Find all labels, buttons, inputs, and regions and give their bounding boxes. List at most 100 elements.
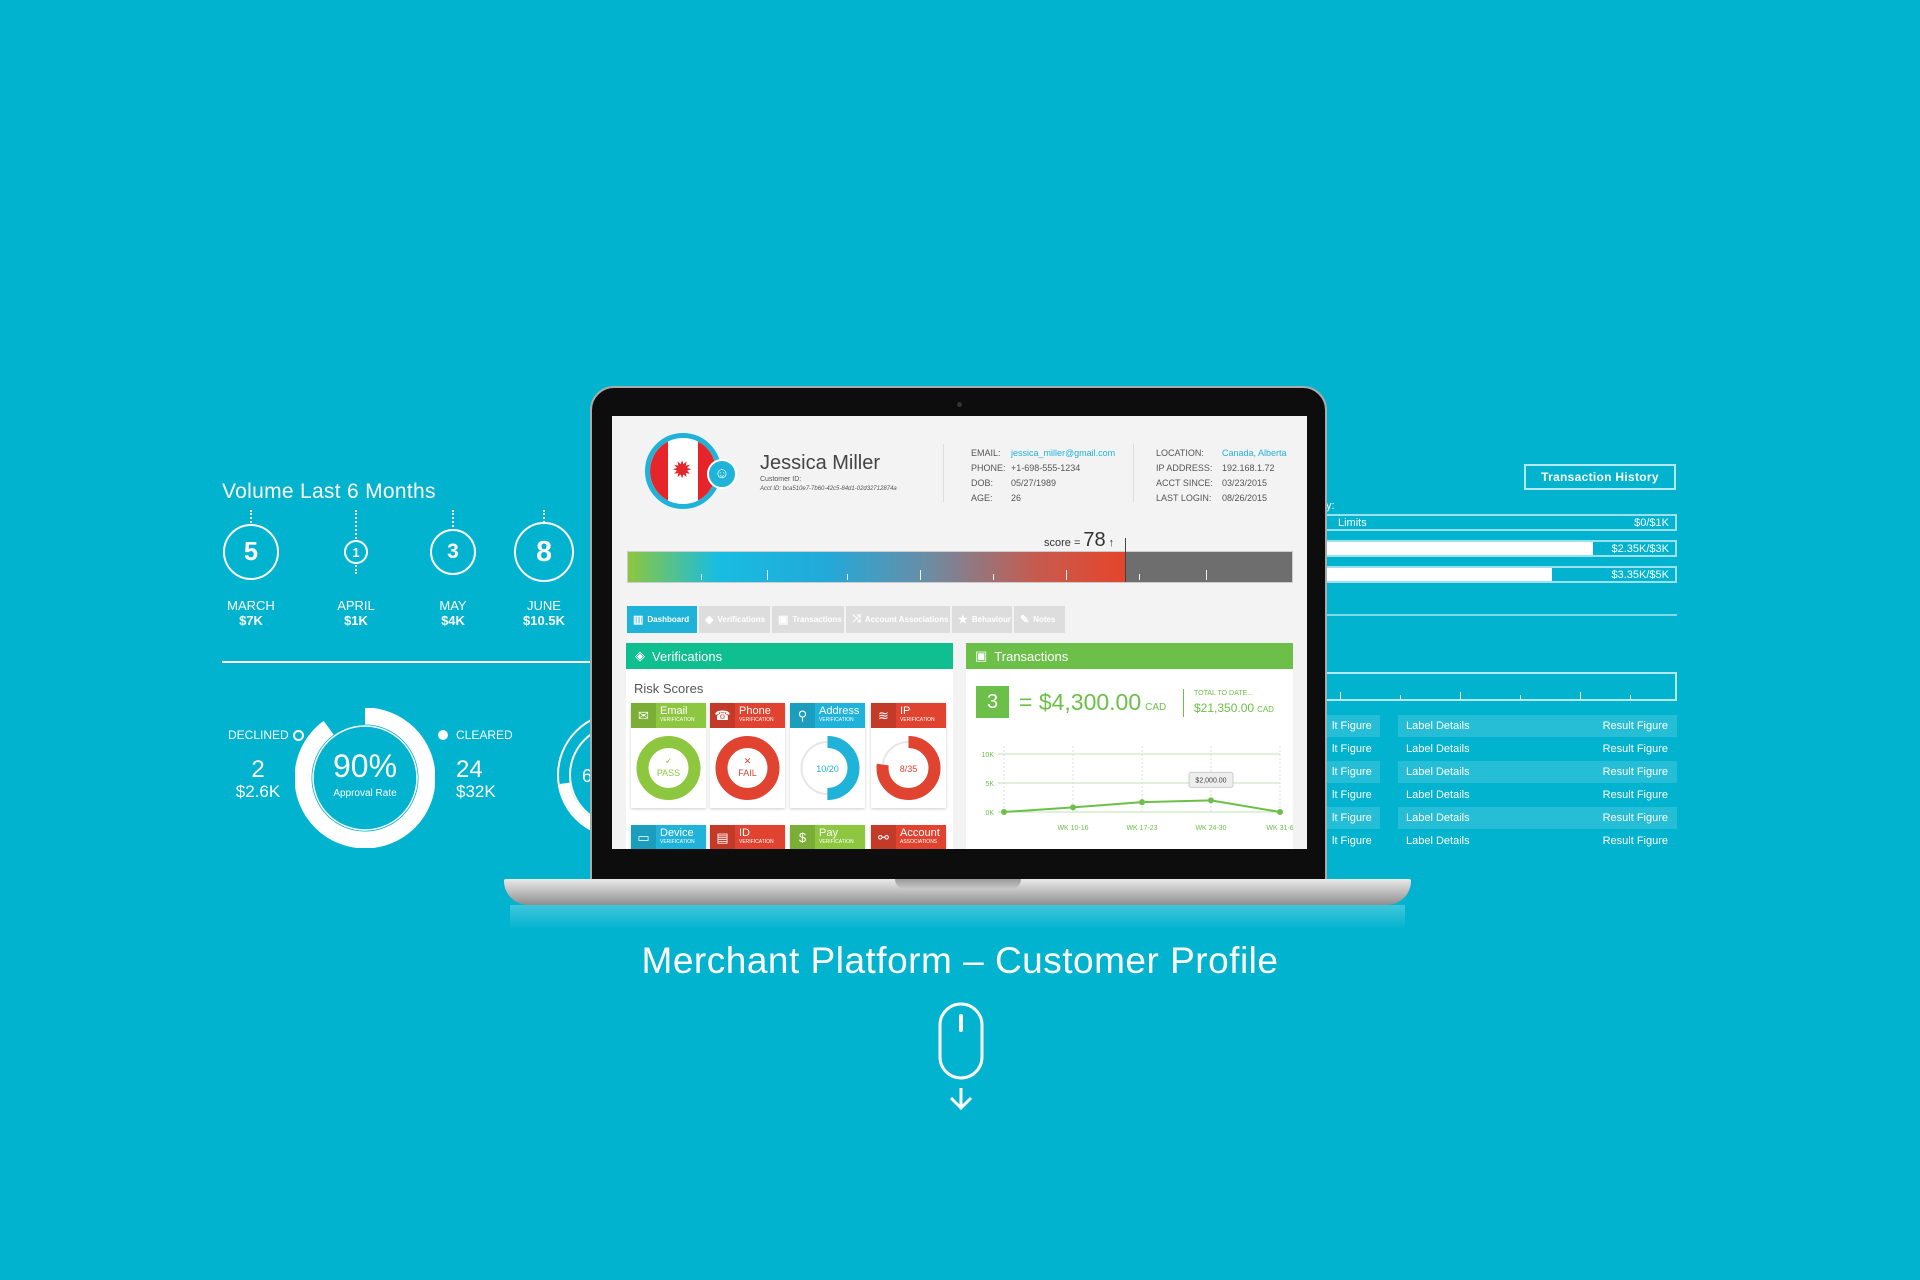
tab-behaviour[interactable]: ★ Behaviour: [952, 606, 1012, 633]
page-title: Merchant Platform – Customer Profile: [641, 940, 1279, 981]
score-ring: ✓ PASS: [636, 736, 701, 800]
cell-result: Result Figure: [1602, 812, 1668, 824]
verification-card-device[interactable]: ▭ Device VERIFICATION: [631, 825, 706, 849]
id-icon: ▤: [710, 825, 735, 849]
x-icon: ✕: [744, 756, 752, 766]
score-tick: [993, 574, 995, 580]
ip-icon: ≋: [871, 703, 896, 728]
card-subtitle: VERIFICATION: [900, 717, 935, 723]
total-label: TOTAL TO DATE...: [1194, 690, 1253, 697]
tab-account-associations[interactable]: ⤨ Account Associations: [846, 606, 950, 633]
tab-verifications[interactable]: ◈ Verifications: [699, 606, 770, 633]
verification-card-email[interactable]: ✉ Email VERIFICATION ✓ PASS: [631, 703, 706, 808]
cleared-legend: CLEARED: [438, 728, 513, 742]
month-label: APRIL: [337, 598, 375, 613]
verification-card-pay[interactable]: $ Pay VERIFICATION: [790, 825, 865, 849]
month-label: MAY: [439, 598, 467, 613]
score-ring-result: 10/20: [816, 764, 839, 774]
money-icon: ▣: [778, 614, 789, 626]
x-tick-label: WK 31-6: [1266, 825, 1293, 832]
tab-label: Transactions: [792, 615, 842, 624]
info-link[interactable]: jessica_miller@gmail.com: [1011, 448, 1115, 458]
card-title: Account: [900, 827, 940, 839]
divider: [1183, 689, 1184, 717]
verifications-panel: ◈ Verifications Risk Scores ✉ Email VERIFIC…: [626, 643, 953, 849]
month-count-ring: 8: [514, 522, 574, 582]
pay-icon: $: [790, 825, 815, 849]
limit-bar: Limits $0/$1K: [1300, 514, 1677, 531]
arrow-up-icon: ↑: [1108, 537, 1115, 549]
card-title: IP: [900, 705, 911, 717]
bar-chart-icon: ▥: [633, 614, 644, 626]
cell-result: Result Figure: [1602, 743, 1668, 755]
email-icon: ✉: [631, 703, 656, 728]
transactions-line-chart: 10K 5K 0K WK 10-16 WK 17-23 WK 24-30 WK 31-6 $2…: [982, 746, 1293, 832]
divider: [222, 661, 602, 663]
card-subtitle: ASSOCIATIONS: [900, 839, 938, 845]
tab-transactions[interactable]: ▣ Transactions: [772, 606, 844, 633]
data-point[interactable]: [1070, 804, 1076, 811]
month-item: 1 APRIL $1K: [311, 510, 401, 628]
laptop-base: [504, 879, 1411, 905]
mouse-scroll-icon[interactable]: [935, 1002, 987, 1112]
verification-card-id[interactable]: ▤ ID VERIFICATION: [710, 825, 785, 849]
customer-id-label: Customer ID:: [760, 476, 802, 483]
score-label: score =: [1044, 537, 1081, 549]
phone-icon: ☎: [710, 703, 735, 728]
star-icon: ★: [958, 614, 968, 626]
data-point[interactable]: [1139, 799, 1145, 806]
verifications-title: Verifications: [652, 648, 723, 664]
month-count-ring: 1: [344, 540, 368, 564]
x-tick-label: WK 24-30: [1195, 825, 1226, 832]
table-row: lt Figure Label Details Result Figure: [1300, 738, 1677, 760]
info-value: 08/26/2015: [1222, 493, 1268, 503]
card-title: Address: [819, 705, 860, 717]
verification-card-account[interactable]: ⚯ Account ASSOCIATIONS: [871, 825, 946, 849]
card-title: Email: [660, 705, 688, 717]
table-row: lt Figure Label Details Result Figure: [1300, 807, 1677, 829]
cell-result: Result Figure: [1602, 789, 1668, 801]
data-point[interactable]: [1208, 797, 1214, 804]
y-tick-label: 10K: [982, 752, 995, 759]
info-link[interactable]: Canada, Alberta: [1222, 448, 1287, 458]
address-icon: ⚲: [790, 703, 815, 728]
tab-label: Dashboard: [647, 615, 690, 624]
limit-label: hly Limits: [1338, 568, 1384, 581]
declined-label: DECLINED: [228, 728, 289, 742]
money-icon: ▣: [975, 648, 988, 663]
check-icon: ✓: [665, 756, 673, 766]
tab-label: Notes: [1033, 615, 1056, 624]
score-readout: score = 78 ↑: [1044, 529, 1114, 552]
score-tick: [1205, 570, 1207, 580]
limit-value: $2.35K/$3K: [1611, 542, 1670, 555]
tab-notes[interactable]: ✎ Notes: [1014, 606, 1065, 633]
declined-amount: $2.6K: [235, 782, 281, 801]
info-label: ACCT SINCE:: [1156, 478, 1213, 488]
acct-id: Acct ID: bca510e7-7b60-42c5-84d1-02d3271…: [760, 486, 897, 492]
currency: CAD: [1145, 702, 1167, 713]
limit-bar: hly Limits $3.35K/$5K: [1300, 566, 1677, 583]
data-point[interactable]: [1001, 809, 1007, 815]
card-subtitle: VERIFICATION: [660, 717, 695, 723]
tab-label: Account Associations: [864, 615, 949, 624]
score-value: 78: [1083, 529, 1106, 551]
card-title: ID: [739, 827, 750, 839]
transaction-history-button[interactable]: Transaction History: [1524, 464, 1676, 490]
month-item: 8 JUNE $10.5K: [499, 510, 589, 628]
verification-card-ip[interactable]: ≋ IP VERIFICATION 8/35: [871, 703, 946, 808]
customer-name: Jessica Miller: [760, 452, 881, 474]
info-label: PHONE:: [971, 463, 1006, 473]
score-bar: [627, 538, 1293, 583]
tab-dashboard[interactable]: ▥ Dashboard: [627, 606, 697, 633]
verification-card-address[interactable]: ⚲ Address VERIFICATION 10/20: [790, 703, 865, 808]
declined-legend: DECLINED: [228, 728, 304, 742]
score-ring: 8/35: [876, 736, 941, 800]
limit-label: ly Limits: [1338, 542, 1378, 555]
score-tick: [767, 570, 769, 580]
total-currency: CAD: [1257, 705, 1274, 714]
device-icon: ▭: [631, 825, 656, 849]
user-icon[interactable]: ☺: [707, 459, 737, 489]
verification-card-phone[interactable]: ☎ Phone VERIFICATION ✕ FAIL: [710, 703, 785, 808]
info-value: 03/23/2015: [1222, 478, 1268, 488]
data-point[interactable]: [1277, 809, 1283, 815]
